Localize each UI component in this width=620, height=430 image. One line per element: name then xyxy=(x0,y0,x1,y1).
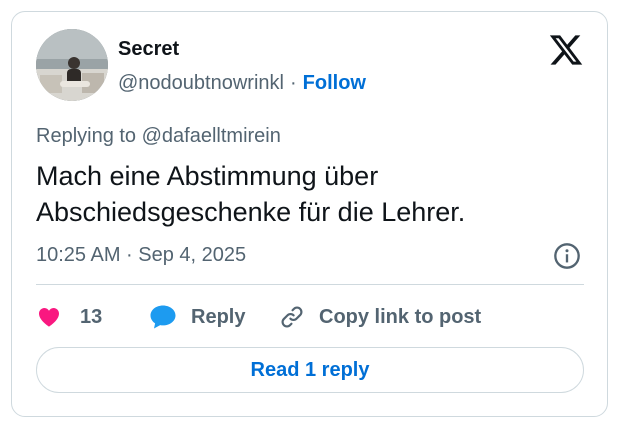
like-button[interactable]: 13 xyxy=(36,302,102,332)
read-replies-label: Read 1 reply xyxy=(250,358,370,381)
speech-bubble-icon xyxy=(150,305,176,329)
tweet-card: Secret @nodoubtnowrinkl · Follow Replying … xyxy=(11,11,608,417)
replying-to: Replying to @dafaelltmirein xyxy=(36,125,281,147)
follow-button[interactable]: Follow xyxy=(303,72,366,94)
author-handle[interactable]: @nodoubtnowrinkl xyxy=(118,72,284,94)
avatar-photo xyxy=(36,29,108,101)
reply-button[interactable]: Reply xyxy=(149,302,245,332)
action-bar: 13 Reply Copy link to post xyxy=(36,302,584,332)
heart-icon xyxy=(39,308,59,327)
link-icon xyxy=(281,306,303,328)
separator-dot: · xyxy=(289,72,297,94)
author-handle-row: @nodoubtnowrinkl · Follow xyxy=(118,72,366,95)
copy-link-button[interactable]: Copy link to post xyxy=(279,302,481,332)
tweet-timestamp[interactable]: 10:25 AM · Sep 4, 2025 xyxy=(36,244,246,267)
read-replies-button[interactable]: Read 1 reply xyxy=(36,347,584,393)
tweet-text: Mach eine Abstimmung über Abschiedsgesch… xyxy=(36,161,466,227)
info-icon[interactable] xyxy=(553,242,581,270)
x-logo-icon[interactable] xyxy=(548,32,584,68)
avatar[interactable] xyxy=(36,29,108,101)
like-count: 13 xyxy=(80,305,103,328)
reply-label: Reply xyxy=(191,305,246,328)
author-name[interactable]: Secret xyxy=(118,38,179,61)
copy-link-label: Copy link to post xyxy=(319,305,482,328)
divider xyxy=(36,284,584,285)
